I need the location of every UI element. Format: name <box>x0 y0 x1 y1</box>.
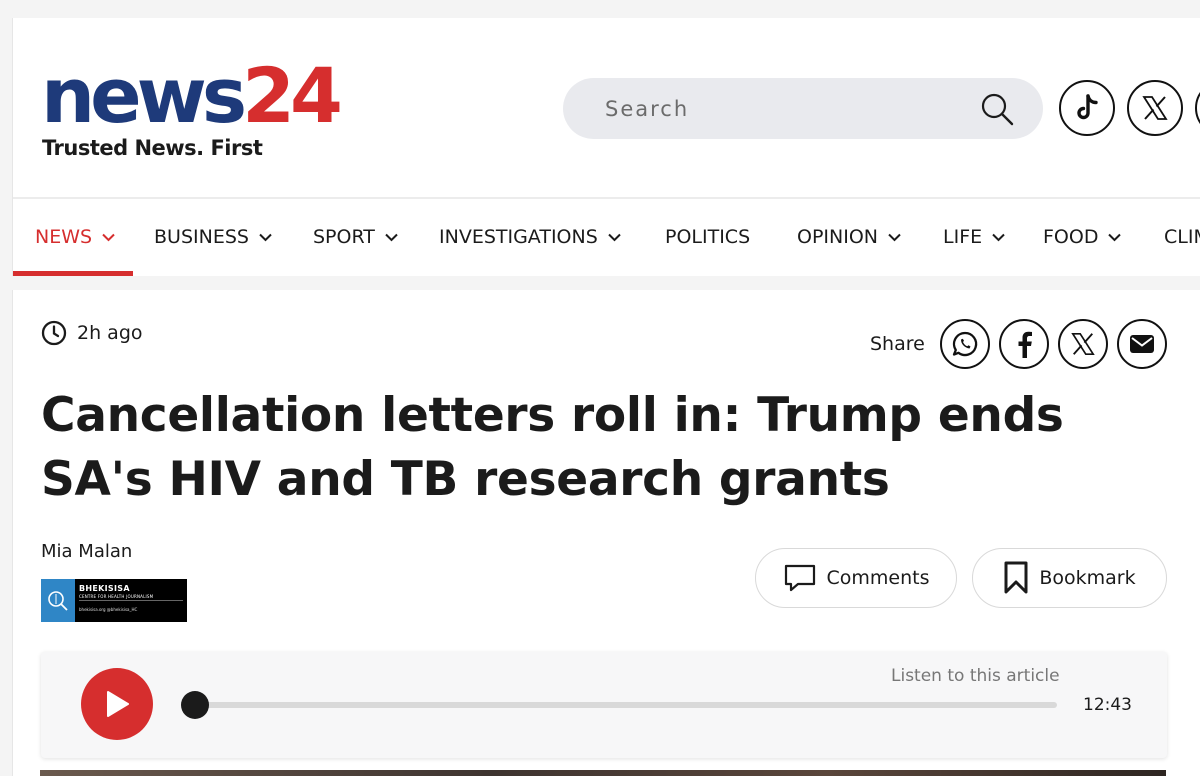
chevron-down-icon <box>1108 233 1122 241</box>
nav-label: CLIM <box>1164 226 1200 248</box>
nav-label: BUSINESS <box>154 226 249 248</box>
audio-duration: 12:43 <box>1083 695 1132 715</box>
logo-news-text: news <box>41 51 247 140</box>
nav-item-food[interactable]: FOOD <box>1043 226 1122 248</box>
whatsapp-icon <box>952 331 978 357</box>
author-name[interactable]: Mia Malan <box>41 541 132 562</box>
chevron-down-icon <box>385 233 398 241</box>
article-timestamp: 2h ago <box>41 320 143 346</box>
logo-24-text: 24 <box>242 51 343 140</box>
nav-label: NEWS <box>35 226 93 248</box>
share-email-button[interactable] <box>1117 319 1167 369</box>
listen-label: Listen to this article <box>891 666 1060 686</box>
x-icon <box>1071 332 1095 356</box>
article-card: 2h ago Share Cancellation letters roll i… <box>12 290 1200 776</box>
chevron-down-icon <box>888 233 901 241</box>
article-hero-image <box>40 770 1166 776</box>
audio-player: Listen to this article 12:43 <box>41 652 1167 758</box>
nav-item-politics[interactable]: POLITICS <box>665 226 750 248</box>
nav-label: OPINION <box>797 226 879 248</box>
tiktok-button[interactable] <box>1059 80 1115 136</box>
site-header: news24 Trusted News. First NEWS BUSINES <box>12 18 1200 276</box>
nav-label: FOOD <box>1043 226 1099 248</box>
tiktok-icon <box>1077 94 1098 120</box>
search-bar[interactable] <box>563 78 1043 139</box>
search-icon[interactable] <box>979 91 1015 127</box>
article-headline: Cancellation letters roll in: Trump ends… <box>41 388 1064 507</box>
chevron-down-icon <box>608 233 621 241</box>
nav-label: LIFE <box>943 226 983 248</box>
partner-divider <box>79 600 183 601</box>
comments-button[interactable]: Comments <box>755 548 957 608</box>
nav-item-sport[interactable]: SPORT <box>313 226 398 248</box>
nav-item-opinion[interactable]: OPINION <box>797 226 901 248</box>
play-button[interactable] <box>81 668 153 740</box>
partner-subtitle: CENTRE FOR HEALTH JOURNALISM <box>79 594 154 599</box>
nav-item-business[interactable]: BUSINESS <box>154 226 272 248</box>
bookmark-button[interactable]: Bookmark <box>972 548 1167 608</box>
partner-mark <box>41 579 75 622</box>
nav-label: SPORT <box>313 226 375 248</box>
magnifier-icon <box>48 590 68 611</box>
share-label: Share <box>870 333 925 355</box>
main-nav: NEWS BUSINESS SPORT INVESTIGATIONS POLIT… <box>13 199 1200 276</box>
audio-progress-handle[interactable] <box>181 691 209 719</box>
share-x-button[interactable] <box>1058 319 1108 369</box>
email-icon <box>1130 335 1154 353</box>
time-ago-text: 2h ago <box>77 322 143 344</box>
nav-item-climate[interactable]: CLIM <box>1164 226 1200 248</box>
clock-icon <box>41 320 67 346</box>
nav-item-investigations[interactable]: INVESTIGATIONS <box>439 226 621 248</box>
facebook-icon <box>1018 331 1032 358</box>
comment-icon <box>784 564 815 592</box>
partner-handles: bhekisisa.org @bhekisisa_HC <box>79 607 138 612</box>
x-icon <box>1142 96 1168 120</box>
nav-label: POLITICS <box>665 226 751 248</box>
chevron-down-icon <box>102 233 115 241</box>
chevron-down-icon <box>992 233 1005 241</box>
chevron-down-icon <box>259 233 272 241</box>
search-input[interactable] <box>605 92 965 126</box>
bhekisisa-logo[interactable]: BHEKISISA CENTRE FOR HEALTH JOURNALISM b… <box>41 579 187 622</box>
share-whatsapp-button[interactable] <box>940 319 990 369</box>
bookmark-label: Bookmark <box>1039 567 1136 589</box>
share-facebook-button[interactable] <box>999 319 1049 369</box>
comments-label: Comments <box>826 567 930 589</box>
news24-logo[interactable]: news24 Trusted News. First <box>41 58 351 168</box>
bookmark-icon <box>1004 561 1028 594</box>
nav-item-news[interactable]: NEWS <box>35 226 115 248</box>
partner-name: BHEKISISA <box>79 584 130 593</box>
nav-active-indicator <box>13 271 133 276</box>
audio-progress-track[interactable] <box>191 702 1057 708</box>
x-social-button[interactable] <box>1127 80 1183 136</box>
play-icon <box>107 691 129 717</box>
nav-item-life[interactable]: LIFE <box>943 226 1005 248</box>
social-button-partial[interactable] <box>1195 80 1200 136</box>
nav-label: INVESTIGATIONS <box>439 226 598 248</box>
